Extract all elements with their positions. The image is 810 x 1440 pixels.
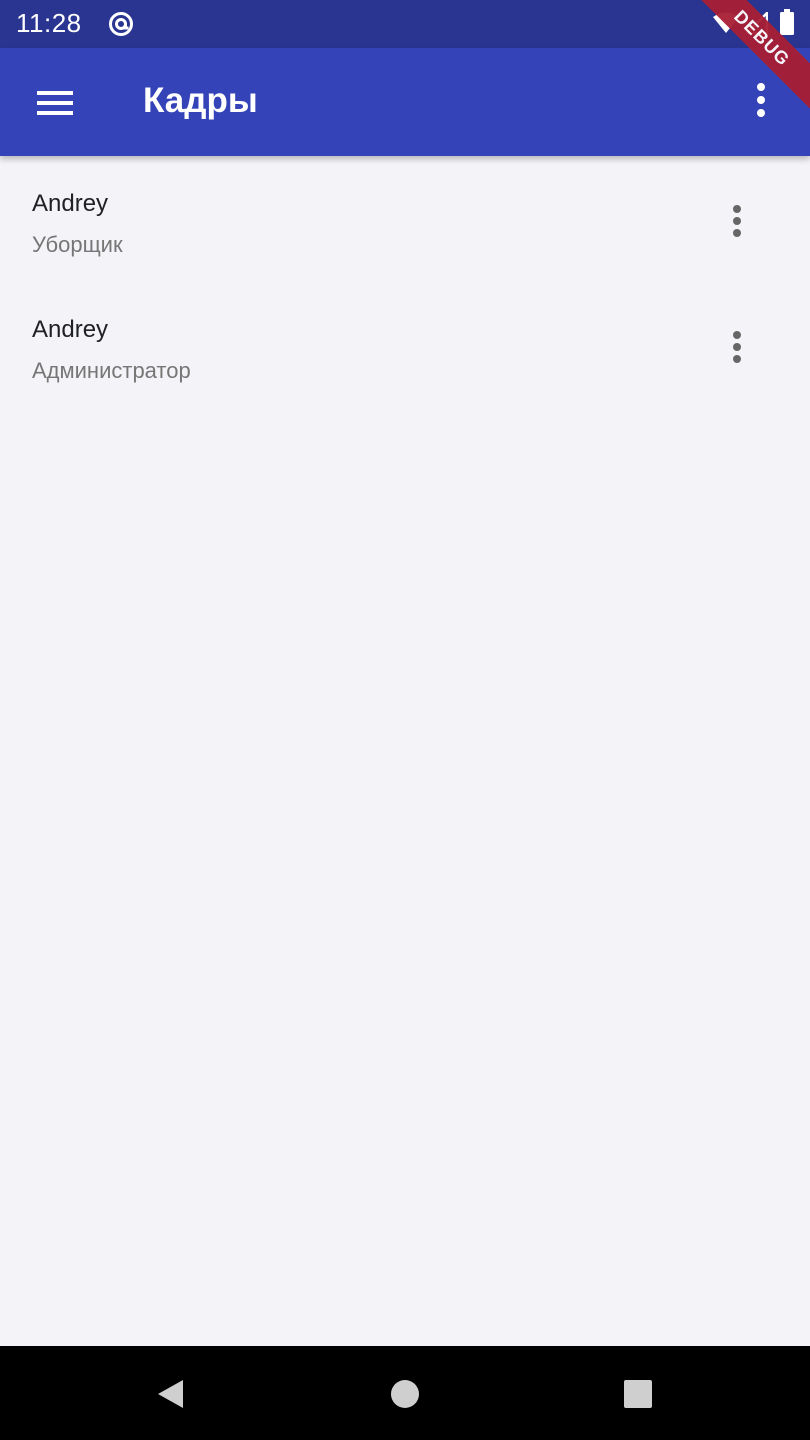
more-vert-icon	[757, 83, 765, 117]
staff-list: Andrey Уборщик Andrey Администратор	[0, 160, 810, 412]
status-bar: 11:28	[0, 0, 810, 48]
employee-name: Andrey	[32, 190, 109, 217]
battery-icon	[780, 9, 794, 35]
hamburger-menu-icon	[37, 91, 73, 115]
menu-button[interactable]	[22, 70, 88, 136]
overflow-menu-button[interactable]	[734, 74, 790, 130]
page-title: Кадры	[143, 81, 258, 120]
item-menu-button[interactable]	[718, 322, 758, 370]
home-icon[interactable]	[385, 1374, 425, 1414]
back-icon[interactable]	[152, 1374, 192, 1414]
status-time: 11:28	[16, 8, 82, 38]
list-item[interactable]: Andrey Администратор	[0, 286, 810, 412]
at-sign-icon	[109, 12, 133, 36]
employee-role: Администратор	[32, 358, 191, 383]
system-nav-bar	[0, 1346, 810, 1440]
more-vert-icon	[733, 205, 741, 237]
recents-icon[interactable]	[618, 1374, 658, 1414]
more-vert-icon	[733, 331, 741, 363]
employee-name: Andrey	[32, 316, 109, 343]
item-menu-button[interactable]	[718, 196, 758, 244]
app-bar: Кадры	[0, 48, 810, 156]
list-item[interactable]: Andrey Уборщик	[0, 160, 810, 286]
employee-role: Уборщик	[32, 232, 123, 257]
